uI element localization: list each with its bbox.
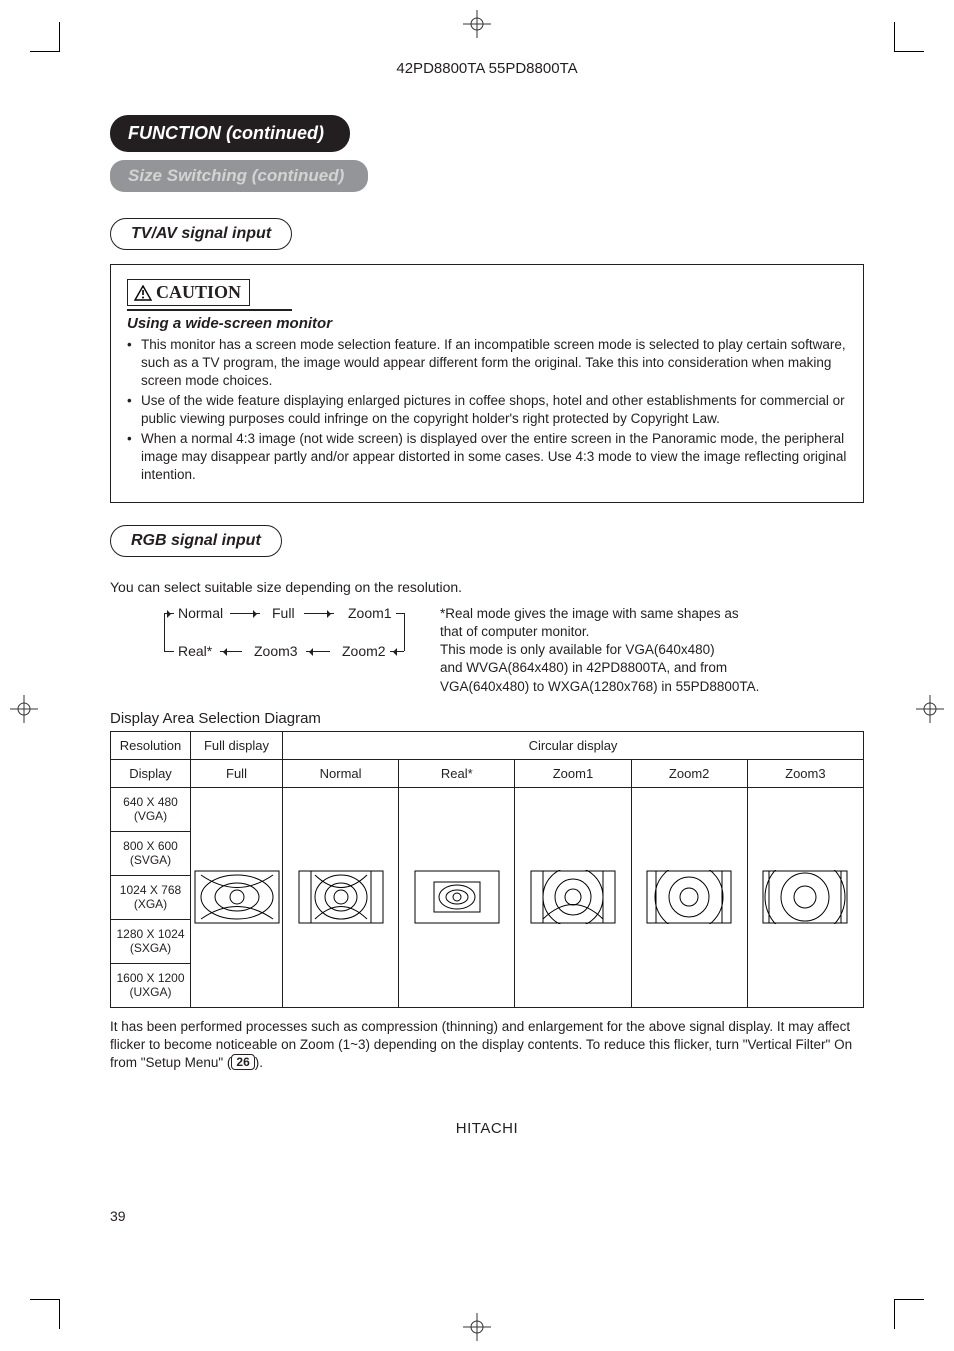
footnote-text: It has been performed processes such as … — [110, 1019, 852, 1070]
diagram-title: Display Area Selection Diagram — [110, 710, 864, 727]
arrow-icon — [220, 651, 242, 652]
th-full: Full — [191, 759, 283, 787]
mode-zoom3: Zoom3 — [254, 643, 298, 659]
section-size-switching: Size Switching (continued) — [110, 160, 368, 192]
page-ref: 26 — [231, 1054, 254, 1070]
th-resolution: Resolution — [111, 731, 191, 759]
line — [164, 651, 174, 652]
display-area-table: Resolution Full display Circular display… — [110, 731, 864, 1008]
mode-zoom2: Zoom2 — [342, 643, 386, 659]
registration-mark-icon — [10, 695, 38, 723]
crop-mark — [30, 1299, 60, 1329]
res-row: 1024 X 768 (XGA) — [111, 875, 191, 919]
underline — [127, 309, 292, 311]
th-zoom2: Zoom2 — [631, 759, 747, 787]
warning-icon — [134, 285, 152, 301]
section-function: FUNCTION (continued) — [110, 115, 350, 152]
mode-normal: Normal — [178, 605, 223, 621]
registration-mark-icon — [463, 10, 491, 38]
bullet-dot-icon: • — [127, 430, 135, 484]
bullet-dot-icon: • — [127, 392, 135, 428]
line — [396, 613, 404, 614]
registration-mark-icon — [916, 695, 944, 723]
header-models: 42PD8800TA 55PD8800TA — [110, 60, 864, 77]
caution-box: CAUTION Using a wide-screen monitor •Thi… — [110, 264, 864, 503]
th-full-display: Full display — [191, 731, 283, 759]
arrow-icon — [390, 651, 404, 652]
cell-full — [191, 787, 283, 1007]
registration-mark-icon — [463, 1313, 491, 1341]
rgb-intro: You can select suitable size depending o… — [110, 579, 864, 595]
crop-mark — [894, 22, 924, 52]
brand-label: HITACHI — [110, 1120, 864, 1137]
cell-real — [399, 787, 515, 1007]
note-line: VGA(640x480) to WXGA(1280x768) in 55PD88… — [440, 678, 759, 696]
caution-label: CAUTION — [127, 279, 250, 306]
th-display: Display — [111, 759, 191, 787]
cell-zoom3 — [747, 787, 863, 1007]
cell-zoom2 — [631, 787, 747, 1007]
mode-real: Real* — [178, 643, 212, 659]
res-row: 640 X 480 (VGA) — [111, 787, 191, 831]
mode-full: Full — [272, 605, 295, 621]
note-line: *Real mode gives the image with same sha… — [440, 605, 759, 623]
arrow-icon — [306, 651, 330, 652]
arrow-icon — [164, 613, 174, 614]
mode-zoom1: Zoom1 — [348, 605, 392, 621]
th-real: Real* — [399, 759, 515, 787]
th-zoom3: Zoom3 — [747, 759, 863, 787]
caution-heading: Using a wide-screen monitor — [127, 315, 847, 332]
caution-word: CAUTION — [156, 282, 241, 303]
real-mode-note: *Real mode gives the image with same sha… — [440, 605, 759, 696]
caution-bullet: This monitor has a screen mode selection… — [141, 336, 847, 390]
note-line: that of computer monitor. — [440, 623, 759, 641]
res-row: 800 X 600 (SVGA) — [111, 831, 191, 875]
res-row: 1600 X 1200 (UXGA) — [111, 963, 191, 1007]
page-content: 42PD8800TA 55PD8800TA FUNCTION (continue… — [110, 60, 864, 1137]
cell-zoom1 — [515, 787, 631, 1007]
th-normal: Normal — [283, 759, 399, 787]
mode-cycle-row: Normal Full Zoom1 Real* Zoom3 Zoom2 *Rea… — [150, 605, 864, 696]
line — [404, 613, 405, 651]
arrow-icon — [304, 613, 334, 614]
bullet-dot-icon: • — [127, 336, 135, 390]
caution-bullet: Use of the wide feature displaying enlar… — [141, 392, 847, 428]
note-line: This mode is only available for VGA(640x… — [440, 641, 759, 659]
caution-bullet: When a normal 4:3 image (not wide screen… — [141, 430, 847, 484]
footnote: It has been performed processes such as … — [110, 1018, 864, 1073]
crop-mark — [30, 22, 60, 52]
th-circular-display: Circular display — [283, 731, 864, 759]
footnote-text-2: ). — [255, 1055, 263, 1070]
section-rgb-input: RGB signal input — [110, 525, 282, 557]
res-row: 1280 X 1024 (SXGA) — [111, 919, 191, 963]
line — [164, 613, 165, 651]
section-tvav-input: TV/AV signal input — [110, 218, 292, 250]
page-number: 39 — [110, 1208, 126, 1224]
crop-mark — [894, 1299, 924, 1329]
th-zoom1: Zoom1 — [515, 759, 631, 787]
note-line: and WVGA(864x480) in 42PD8800TA, and fro… — [440, 659, 759, 677]
mode-cycle-diagram: Normal Full Zoom1 Real* Zoom3 Zoom2 — [150, 605, 410, 663]
caution-bullets: •This monitor has a screen mode selectio… — [127, 336, 847, 484]
arrow-icon — [230, 613, 260, 614]
cell-normal — [283, 787, 399, 1007]
